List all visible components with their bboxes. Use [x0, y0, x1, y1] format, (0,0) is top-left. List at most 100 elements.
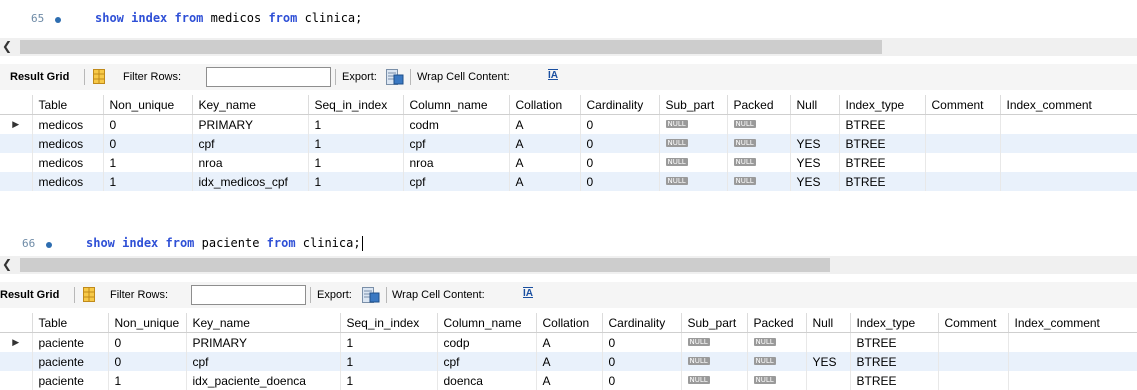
table-cell[interactable]: NULL: [727, 114, 791, 134]
column-header[interactable]: Cardinality: [602, 313, 682, 333]
table-cell[interactable]: BTREE: [839, 153, 926, 172]
column-header[interactable]: Sub_part: [659, 95, 728, 115]
table-cell[interactable]: [1008, 371, 1137, 390]
table-cell[interactable]: medicos: [32, 172, 104, 191]
table-cell[interactable]: 0: [108, 332, 187, 352]
column-header[interactable]: Packed: [747, 313, 807, 333]
table-cell[interactable]: doenca: [437, 371, 537, 390]
table-cell[interactable]: PRIMARY: [186, 332, 341, 352]
query-line-66[interactable]: 66 show index from paciente from clinica…: [0, 233, 700, 253]
table-cell[interactable]: 1: [340, 332, 438, 352]
table-cell[interactable]: idx_paciente_doenca: [186, 371, 341, 390]
table-cell[interactable]: YES: [790, 153, 840, 172]
table-cell[interactable]: A: [509, 153, 581, 172]
table-row[interactable]: paciente 1 idx_paciente_doenca 1 doenca A 0 NUL…: [0, 371, 1137, 390]
table-cell[interactable]: BTREE: [839, 114, 926, 134]
table-cell[interactable]: BTREE: [839, 172, 926, 191]
table-cell[interactable]: NULL: [659, 172, 728, 191]
table-cell[interactable]: cpf: [403, 172, 510, 191]
table-cell[interactable]: 0: [580, 114, 660, 134]
table-cell[interactable]: 1: [103, 153, 193, 172]
table-cell[interactable]: A: [536, 371, 603, 390]
table-cell[interactable]: A: [536, 332, 603, 352]
export-icon[interactable]: [362, 287, 380, 303]
row-indicator-header[interactable]: [0, 313, 33, 333]
table-cell[interactable]: NULL: [727, 134, 791, 153]
row-indicator[interactable]: [0, 153, 33, 172]
column-header[interactable]: Table: [32, 95, 104, 115]
table-row[interactable]: medicos 0 cpf 1 cpf A 0 NULL NULL YES BTREE: [0, 134, 1137, 153]
table-cell[interactable]: 1: [340, 371, 438, 390]
filter-rows-input[interactable]: [191, 285, 306, 305]
table-cell[interactable]: paciente: [32, 352, 109, 371]
column-header[interactable]: Collation: [536, 313, 603, 333]
table-cell[interactable]: 1: [308, 134, 404, 153]
table-cell[interactable]: 1: [308, 153, 404, 172]
scroll-left-arrow-icon[interactable]: ❮: [2, 257, 12, 271]
table-cell[interactable]: NULL: [681, 352, 748, 371]
scrollbar-thumb[interactable]: [20, 40, 882, 54]
table-cell[interactable]: NULL: [727, 172, 791, 191]
column-header[interactable]: Comment: [925, 95, 1001, 115]
column-header[interactable]: Seq_in_index: [308, 95, 404, 115]
table-cell[interactable]: [806, 332, 851, 352]
row-pointer-icon[interactable]: ▶: [0, 114, 33, 134]
filter-rows-input[interactable]: [206, 67, 331, 87]
table-cell[interactable]: BTREE: [850, 332, 939, 352]
table-cell[interactable]: BTREE: [839, 134, 926, 153]
table-cell[interactable]: PRIMARY: [192, 114, 309, 134]
column-header[interactable]: Packed: [727, 95, 791, 115]
result-grid-icon[interactable]: [93, 69, 105, 84]
result-grid-icon[interactable]: [83, 287, 95, 302]
table-cell[interactable]: YES: [790, 134, 840, 153]
table-cell[interactable]: idx_medicos_cpf: [192, 172, 309, 191]
table-cell[interactable]: [1000, 153, 1137, 172]
table-cell[interactable]: NULL: [747, 332, 807, 352]
table-cell[interactable]: 0: [580, 134, 660, 153]
table-cell[interactable]: NULL: [681, 332, 748, 352]
editor-horizontal-scrollbar[interactable]: ❮: [0, 256, 1137, 274]
result-grid-tab[interactable]: Result Grid: [10, 71, 69, 83]
table-cell[interactable]: medicos: [32, 134, 104, 153]
row-indicator[interactable]: [0, 352, 33, 371]
table-cell[interactable]: paciente: [32, 332, 109, 352]
table-cell[interactable]: 1: [108, 371, 187, 390]
table-cell[interactable]: [938, 371, 1009, 390]
table-cell[interactable]: codp: [437, 332, 537, 352]
table-cell[interactable]: 0: [103, 134, 193, 153]
table-cell[interactable]: 0: [580, 153, 660, 172]
table-cell[interactable]: [1008, 352, 1137, 371]
column-header[interactable]: Key_name: [192, 95, 309, 115]
table-row[interactable]: ▶ medicos 0 PRIMARY 1 codm A 0 NULL NULL BTREE: [0, 114, 1137, 134]
table-cell[interactable]: cpf: [403, 134, 510, 153]
table-cell[interactable]: [925, 153, 1001, 172]
scrollbar-thumb[interactable]: [20, 258, 830, 272]
scroll-left-arrow-icon[interactable]: ❮: [2, 39, 12, 53]
table-row[interactable]: medicos 1 idx_medicos_cpf 1 cpf A 0 NULL NULL YES…: [0, 172, 1137, 191]
table-cell[interactable]: BTREE: [850, 371, 939, 390]
table-cell[interactable]: 1: [340, 352, 438, 371]
table-cell[interactable]: NULL: [747, 371, 807, 390]
table-cell[interactable]: cpf: [437, 352, 537, 371]
table-cell[interactable]: A: [509, 114, 581, 134]
table-cell[interactable]: A: [536, 352, 603, 371]
table-cell[interactable]: nroa: [403, 153, 510, 172]
column-header[interactable]: Index_type: [839, 95, 926, 115]
column-header[interactable]: Collation: [509, 95, 581, 115]
row-pointer-icon[interactable]: ▶: [0, 332, 33, 352]
table-cell[interactable]: nroa: [192, 153, 309, 172]
table-cell[interactable]: BTREE: [850, 352, 939, 371]
table-row[interactable]: paciente 0 cpf 1 cpf A 0 NULL NULL YES BTREE: [0, 352, 1137, 371]
sql-statement[interactable]: show index from medicos from clinica;: [95, 11, 362, 25]
table-cell[interactable]: NULL: [747, 352, 807, 371]
table-cell[interactable]: 0: [602, 332, 682, 352]
table-cell[interactable]: 1: [103, 172, 193, 191]
column-header[interactable]: Index_comment: [1008, 313, 1137, 333]
wrap-cell-icon[interactable]: IA: [523, 288, 533, 299]
row-indicator[interactable]: [0, 134, 33, 153]
table-cell[interactable]: NULL: [659, 153, 728, 172]
table-row[interactable]: medicos 1 nroa 1 nroa A 0 NULL NULL YES BTREE: [0, 153, 1137, 172]
row-indicator[interactable]: [0, 172, 33, 191]
result-grid-medicos[interactable]: Table Non_unique Key_name Seq_in_index Colum…: [0, 95, 1137, 191]
wrap-cell-icon[interactable]: IA: [548, 70, 558, 81]
